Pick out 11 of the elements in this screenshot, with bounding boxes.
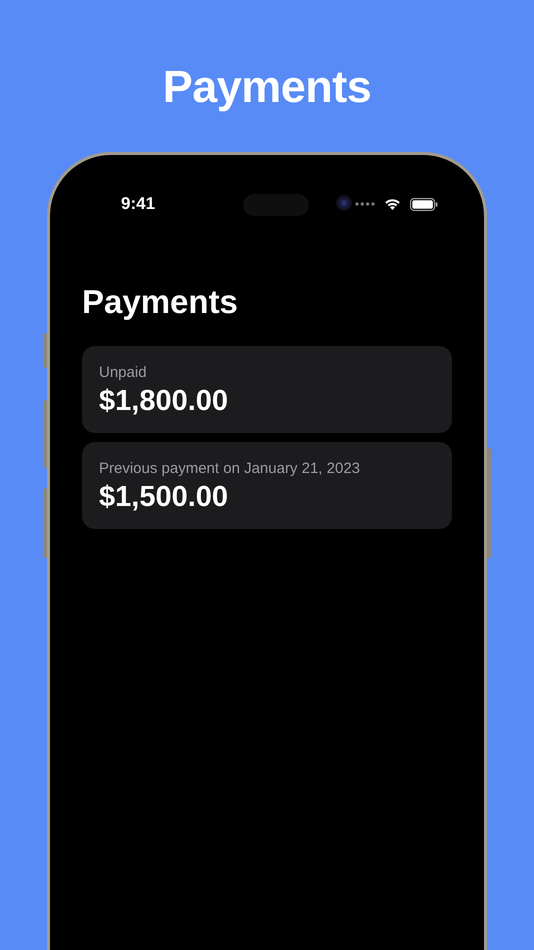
- status-time: 9:41: [121, 193, 156, 215]
- payment-amount: $1,800.00: [99, 384, 230, 419]
- camera-icon: [336, 195, 352, 211]
- signal-icon: [355, 202, 375, 206]
- headline: Payments: [162, 60, 372, 114]
- payment-label: Previous payment on January 21, 2023: [99, 459, 361, 479]
- wifi-icon: [384, 198, 401, 210]
- battery-icon: [410, 198, 438, 210]
- screen-title: Payments: [82, 285, 239, 319]
- payment-amount: $1,500.00: [99, 480, 230, 515]
- payment-label: Unpaid: [99, 363, 148, 383]
